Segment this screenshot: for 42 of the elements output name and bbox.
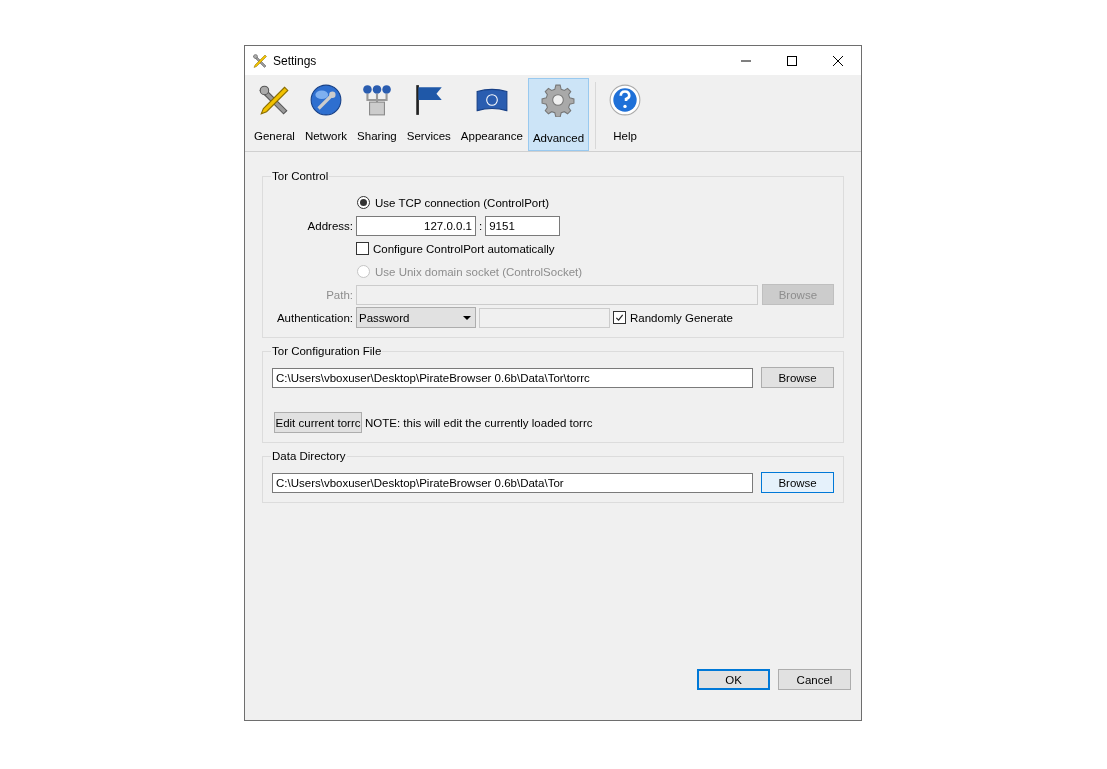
- close-icon: [833, 55, 843, 66]
- checkbox[interactable]: [613, 311, 626, 324]
- radio-label: Use TCP connection (ControlPort): [375, 196, 550, 209]
- field-label: Path:: [325, 288, 353, 301]
- checkbox-label: Randomly Generate: [630, 311, 733, 324]
- window-title: Settings: [273, 53, 318, 68]
- checkbox[interactable]: [356, 242, 369, 255]
- toolbar-tab[interactable]: Help: [602, 78, 649, 151]
- input-field[interactable]: 127.0.0.1: [356, 215, 476, 236]
- edit-torrc-button[interactable]: Edit current torrc: [274, 412, 362, 433]
- radio-button[interactable]: [357, 196, 370, 209]
- checkbox-label: Configure ControlPort automatically: [373, 242, 555, 255]
- group-title: Tor Control: [271, 170, 330, 182]
- browse-button[interactable]: Browse: [761, 367, 834, 388]
- maximize-icon: [787, 55, 797, 66]
- toolbar-tab[interactable]: Network: [299, 78, 353, 151]
- field-label: Address:: [306, 219, 353, 232]
- toolbar-tab[interactable]: Sharing: [352, 78, 402, 151]
- ok-button[interactable]: OK: [697, 669, 770, 690]
- note-text: NOTE: this will edit the currently loaded torrc: [365, 416, 593, 429]
- gear-icon: [541, 83, 576, 117]
- toolbar-tab[interactable]: Advanced: [527, 78, 590, 151]
- globe-icon: [309, 83, 343, 117]
- checkmark-icon: [615, 313, 624, 322]
- dropdown-caret-icon: [463, 315, 471, 320]
- browse-button[interactable]: Browse: [761, 472, 834, 493]
- wrench-screwdriver-icon: [257, 83, 292, 117]
- input-field[interactable]: 9151: [485, 215, 561, 236]
- help-icon: [608, 83, 643, 117]
- toolbar-tab[interactable]: Services: [401, 78, 456, 151]
- separator-label: :: [479, 219, 483, 232]
- toolbar-tab[interactable]: Appearance: [455, 78, 528, 151]
- field-label: Authentication:: [275, 311, 353, 324]
- group-title: Data Directory: [271, 450, 347, 462]
- input-field[interactable]: C:\Users\vboxuser\Desktop\PirateBrowser 0.6b\Data\Tor\torrc: [272, 367, 754, 388]
- cancel-button[interactable]: Cancel: [778, 669, 851, 690]
- dropdown[interactable]: Password: [356, 307, 476, 328]
- toolbar-tab[interactable]: General: [249, 78, 300, 151]
- group-title: Tor Configuration File: [271, 345, 383, 357]
- wrench-screwdriver-icon: [252, 52, 268, 69]
- radio-label: Use Unix domain socket (ControlSocket): [375, 265, 583, 278]
- input-field[interactable]: C:\Users\vboxuser\Desktop\PirateBrowser 0.6b\Data\Tor: [272, 472, 754, 493]
